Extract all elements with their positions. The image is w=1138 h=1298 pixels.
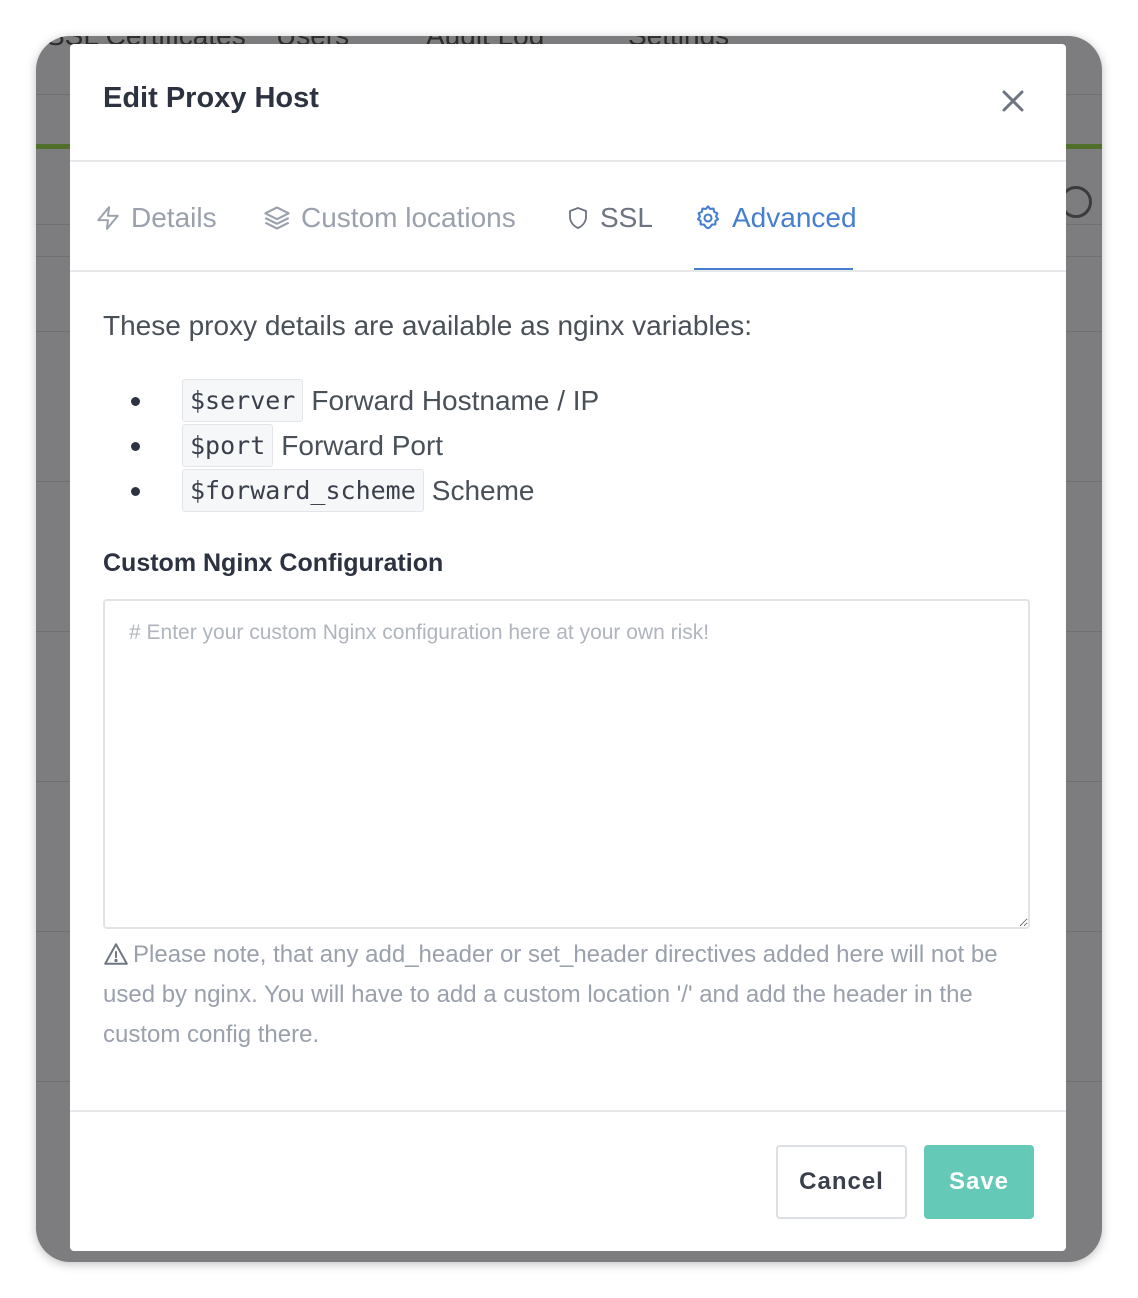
- modal-footer-divider: [70, 1110, 1066, 1112]
- custom-config-textarea[interactable]: [103, 599, 1030, 929]
- variables-list: $server Forward Hostname / IP $port Forw…: [131, 378, 600, 513]
- list-item: $server Forward Hostname / IP: [131, 378, 600, 423]
- variable-description: Forward Hostname / IP: [311, 384, 600, 416]
- layers-icon: [264, 206, 290, 230]
- tab-details[interactable]: Details: [95, 198, 217, 238]
- bullet: [131, 397, 140, 406]
- variable-code: $port: [182, 424, 274, 467]
- cancel-button[interactable]: Cancel: [776, 1145, 907, 1219]
- variable-description: Forward Port: [281, 429, 444, 461]
- tab-details-label: Details: [131, 202, 217, 233]
- shield-icon: [569, 207, 587, 229]
- custom-config-label: Custom Nginx Configuration: [103, 549, 444, 577]
- variable-description: Scheme: [431, 474, 535, 506]
- tab-custom-locations-label: Custom locations: [301, 202, 516, 233]
- tab-advanced-label: Advanced: [732, 202, 857, 233]
- variables-intro: These proxy details are available as ngi…: [103, 310, 753, 341]
- close-icon: [1002, 90, 1024, 112]
- tab-custom-locations[interactable]: Custom locations: [263, 198, 516, 238]
- variable-code: $forward_scheme: [182, 469, 424, 512]
- gear-icon: [696, 205, 720, 230]
- save-button[interactable]: Save: [924, 1145, 1034, 1219]
- close-button[interactable]: [998, 86, 1028, 116]
- tab-advanced[interactable]: Advanced: [694, 198, 857, 238]
- list-item: $forward_scheme Scheme: [131, 468, 599, 513]
- edit-proxy-host-modal: Edit Proxy Host Details Custom locations: [70, 44, 1066, 1251]
- list-item: $port Forward Port: [131, 423, 599, 468]
- bullet: [131, 487, 140, 496]
- tab-ssl[interactable]: SSL: [566, 198, 653, 238]
- warning-note-text: Please note, that any add_header or set_…: [103, 941, 998, 1048]
- bullet: [131, 442, 140, 451]
- tab-bar: Details Custom locations SSL Advanced: [70, 162, 1066, 272]
- variable-code: $server: [182, 379, 304, 422]
- header-warning-note: Please note, that any add_header or set_…: [103, 935, 1033, 1055]
- warning-icon: [104, 943, 128, 965]
- modal-title: Edit Proxy Host: [103, 82, 319, 114]
- lightning-icon: [97, 206, 119, 230]
- tab-ssl-label: SSL: [600, 202, 653, 233]
- active-tab-indicator: [694, 268, 853, 270]
- modal-header: Edit Proxy Host: [70, 44, 1066, 162]
